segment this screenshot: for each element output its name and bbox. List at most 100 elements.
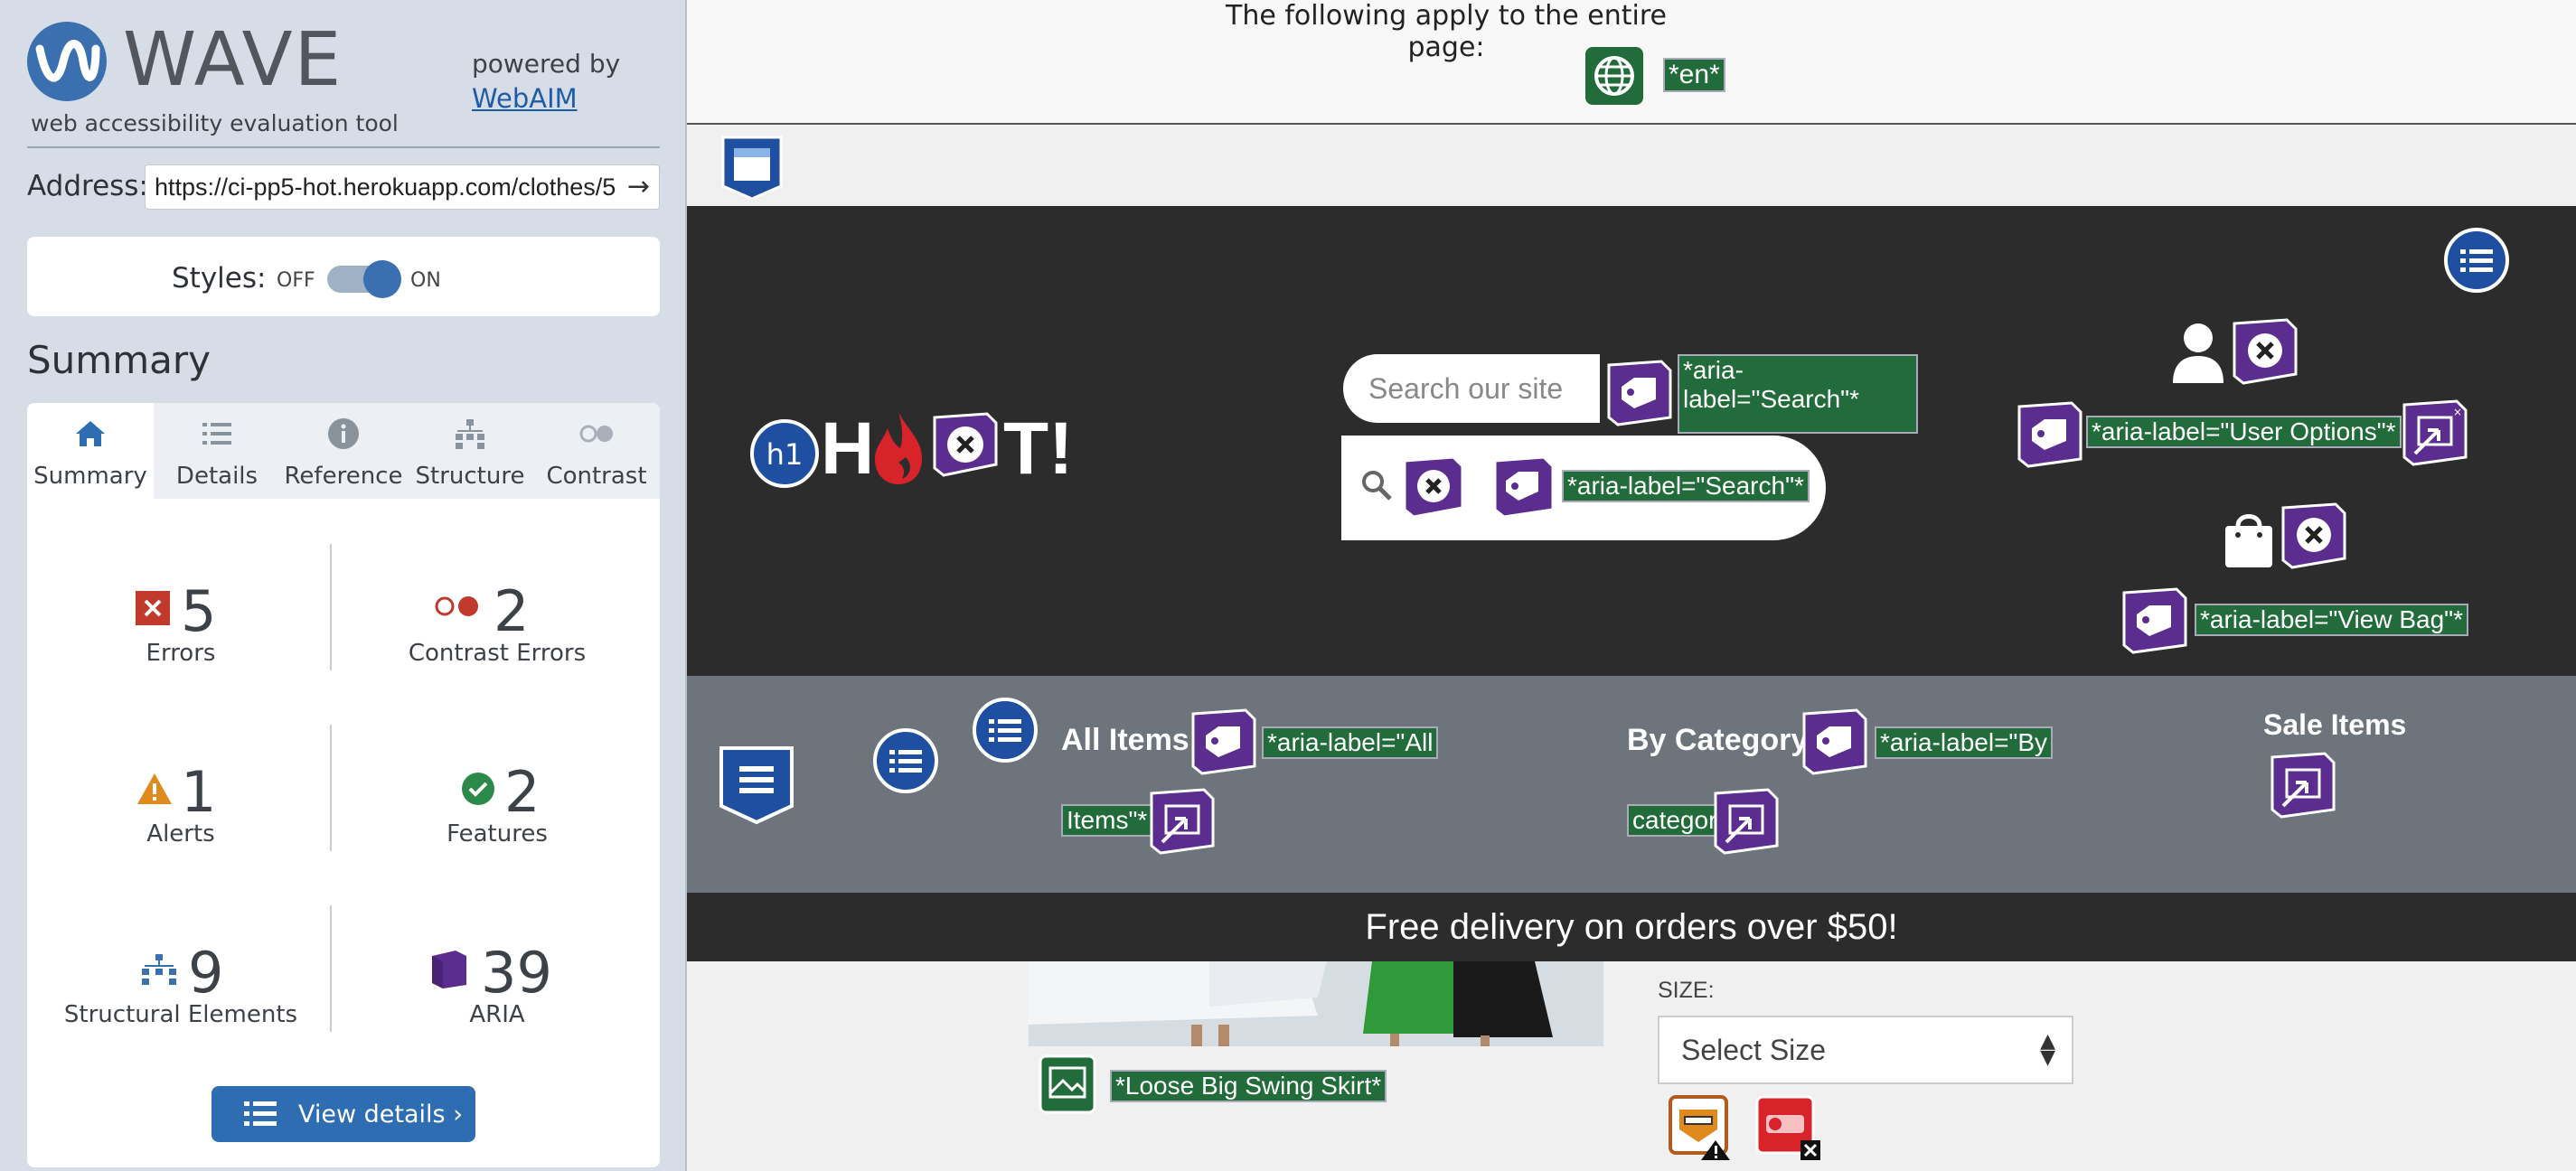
main-nav: All Items *aria-label="All Items"* By Ca… (687, 676, 2576, 893)
error-x-icon[interactable] (2229, 316, 2299, 389)
language-tag: *en* (1663, 58, 1725, 92)
tab-label: Contrast (546, 463, 647, 490)
tab-bar: Summary Details Reference Structure Cont… (27, 403, 660, 499)
tab-reference[interactable]: Reference (280, 403, 407, 499)
navigation-landmark-icon[interactable] (718, 745, 795, 826)
errors-count: 5 (181, 578, 217, 644)
select-arrows-icon: ▲ ▼ (2040, 1030, 2055, 1069)
search-placeholder: Search our site (1368, 372, 1564, 405)
size-label: SIZE: (1658, 978, 1715, 1003)
evaluated-page: The following apply to the entire page: … (687, 0, 2576, 1171)
shopping-bag-icon[interactable] (2220, 506, 2278, 571)
alert-icon (137, 773, 172, 804)
new-window-link-icon[interactable] (1146, 786, 1217, 858)
product-alt-text: *Loose Big Swing Skirt* (1110, 1070, 1387, 1102)
features-count: 2 (504, 759, 541, 825)
by-category-aria-label: *aria-label="By (1875, 726, 2054, 759)
stat-alerts[interactable]: 1 Alerts (36, 759, 325, 867)
h1-heading-icon[interactable]: h1 (748, 417, 821, 490)
tab-summary[interactable]: Summary (27, 403, 154, 499)
styles-off-label: OFF (277, 269, 315, 292)
alt-text-image-icon[interactable] (1038, 1054, 1097, 1115)
error-x-icon[interactable] (929, 410, 1001, 482)
language-globe-icon[interactable] (1585, 47, 1643, 105)
summary-panel: Summary Details Reference Structure Cont… (27, 403, 660, 1167)
list-icon (202, 423, 231, 445)
new-window-link-icon[interactable] (2267, 750, 2339, 822)
error-icon (136, 591, 170, 625)
stat-contrast-errors[interactable]: 2 Contrast Errors (353, 578, 642, 687)
stat-aria[interactable]: 39 ARIA (353, 940, 642, 1048)
flame-icon (875, 412, 922, 484)
logo-letters-t: T! (1003, 408, 1074, 490)
view-details-button[interactable]: View details › (212, 1086, 475, 1142)
go-arrow-icon[interactable]: → (627, 171, 650, 202)
stat-features[interactable]: 2 Features (353, 759, 642, 867)
new-window-link-icon[interactable] (1710, 786, 1781, 858)
structure-icon (142, 954, 176, 985)
header-landmark-icon[interactable] (719, 134, 785, 201)
divider (330, 725, 332, 851)
size-select[interactable]: Select Size ▲ ▼ (1658, 1016, 2073, 1084)
aria-label-tag-icon[interactable] (1603, 358, 1674, 430)
list-structure-icon[interactable] (871, 726, 940, 795)
list-structure-icon[interactable] (971, 696, 1039, 764)
powered-by-text: powered by (472, 49, 621, 79)
home-icon (76, 421, 105, 446)
search-input[interactable]: Search our site (1343, 354, 1600, 423)
all-items-aria-label: *aria-label="All (1262, 726, 1439, 759)
info-icon (328, 418, 359, 449)
search-button-aria-label: *aria-label="Search"* (1562, 470, 1810, 502)
alerts-label: Alerts (146, 820, 215, 848)
alerts-count: 1 (181, 759, 217, 825)
list-structure-icon[interactable] (2442, 226, 2511, 295)
stat-structural[interactable]: 9 Structural Elements (36, 940, 325, 1048)
contrast-errors-count: 2 (494, 578, 530, 644)
stat-errors[interactable]: 5 Errors (36, 578, 325, 687)
tab-structure[interactable]: Structure (407, 403, 533, 499)
page-level-annotations: The following apply to the entire page: … (687, 0, 2576, 125)
styles-on-label: ON (410, 269, 441, 292)
address-label: Address: (27, 170, 148, 202)
nav-all-items[interactable]: All Items (1061, 723, 1189, 758)
error-x-icon[interactable] (2278, 501, 2348, 573)
search-aria-label: *aria-label="Search"* (1678, 354, 1918, 434)
webaim-link[interactable]: WebAIM (472, 83, 578, 114)
logo-letter-h: H (821, 408, 875, 490)
aria-label: ARIA (469, 1001, 525, 1028)
tab-label: Details (175, 463, 259, 490)
list-icon (244, 1101, 277, 1126)
site-header: h1 H T! Search our site *aria-label="Sea… (687, 206, 2576, 676)
aria-label-tag-icon[interactable] (1799, 707, 1869, 779)
tab-label: Reference (284, 463, 403, 490)
styles-toggle-knob[interactable] (363, 260, 401, 298)
aria-label-tag-icon[interactable] (1490, 454, 1556, 520)
view-bag-aria-label: *aria-label="View Bag"* (2195, 604, 2468, 636)
nav-sale-items[interactable]: Sale Items (2263, 708, 2406, 742)
contrast-error-icon (435, 596, 478, 616)
svg-text:h1: h1 (766, 437, 804, 472)
new-window-link-icon[interactable]: × (2399, 398, 2471, 470)
aria-label-tag-icon[interactable] (1188, 707, 1258, 779)
tab-details[interactable]: Details (154, 403, 280, 499)
search-icon (1362, 471, 1392, 501)
check-circle-icon (462, 773, 494, 805)
user-icon[interactable] (2169, 320, 2227, 385)
summary-heading: Summary (27, 338, 211, 382)
aria-label-tag-icon[interactable] (2014, 399, 2084, 472)
nav-by-category[interactable]: By Category (1627, 723, 1808, 758)
divider (330, 905, 332, 1032)
error-x-icon[interactable] (1399, 454, 1466, 520)
missing-label-alert-icon[interactable] (1667, 1093, 1735, 1162)
view-details-label: View details › (298, 1101, 463, 1129)
user-options-aria-label: *aria-label="User Options"* (2086, 416, 2402, 448)
all-items-aria-label-cont: Items"* (1061, 804, 1153, 837)
aria-label-tag-icon[interactable] (2119, 586, 2189, 658)
address-input[interactable]: https://ci-pp5-hot.herokuapp.com/clothes… (145, 164, 660, 210)
styles-panel: Styles: OFF ON (27, 237, 660, 316)
tab-label: Structure (415, 463, 525, 490)
search-button[interactable]: *aria-label="Search"* (1341, 436, 1826, 540)
tab-contrast[interactable]: Contrast (533, 403, 660, 499)
wave-sidebar: WAVE web accessibility evaluation tool p… (0, 0, 687, 1171)
missing-form-label-error-icon[interactable] (1753, 1093, 1822, 1162)
